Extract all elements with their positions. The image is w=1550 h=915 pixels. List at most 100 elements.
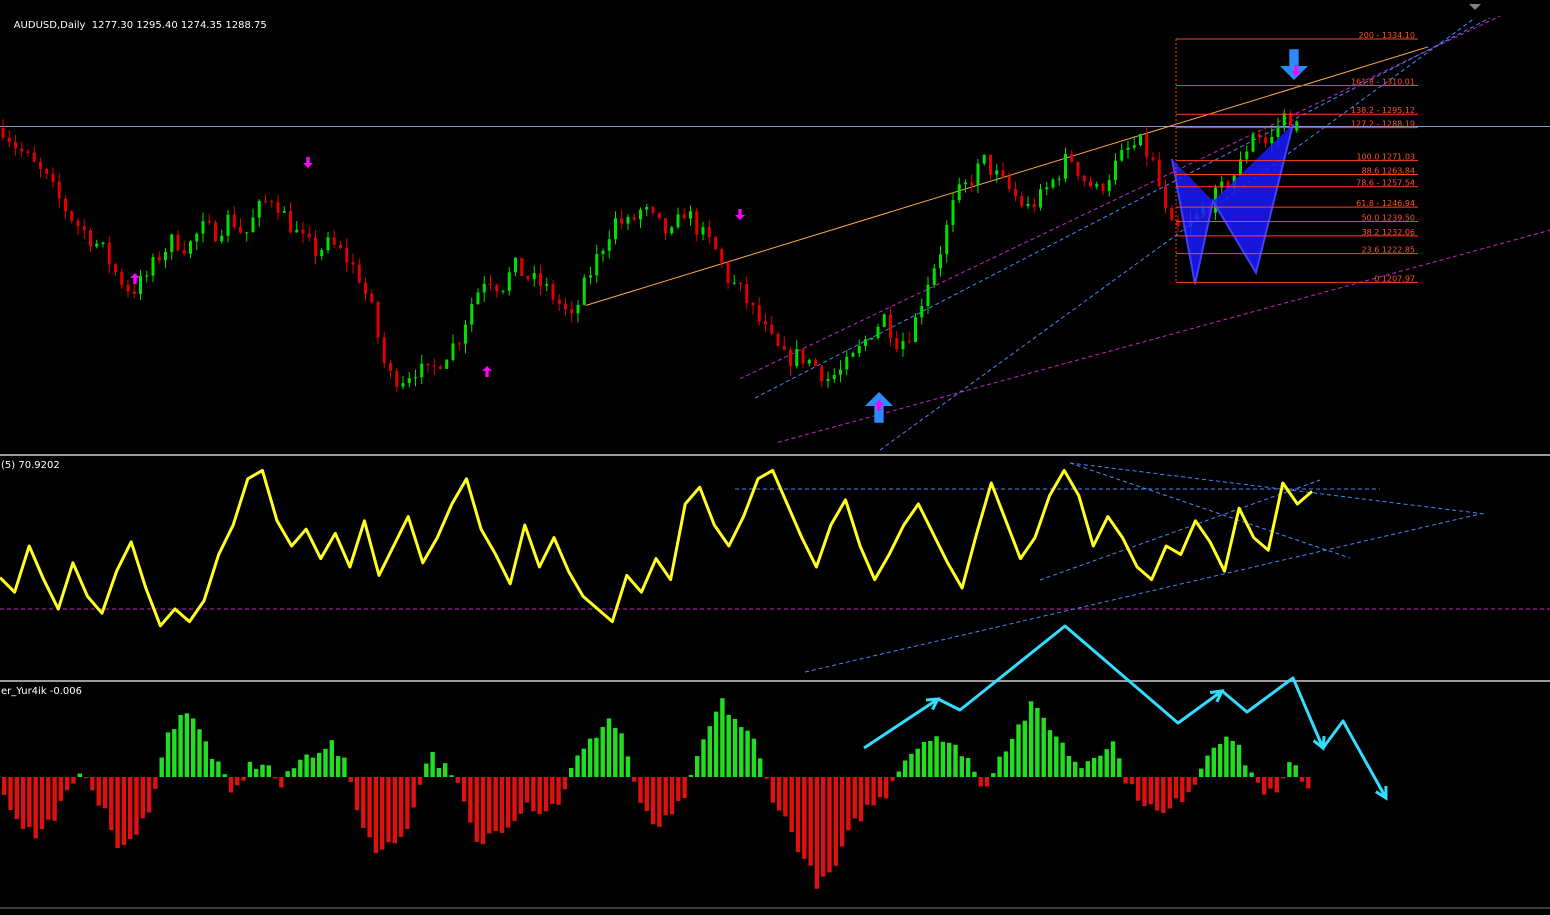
hist-bar-down: [367, 777, 372, 838]
hist-bar-up: [172, 729, 177, 777]
candle-body: [1164, 186, 1167, 208]
candle-body: [382, 337, 386, 364]
hist-bar-down: [392, 777, 397, 844]
candle-body: [645, 207, 649, 210]
hist-bar-up: [291, 768, 297, 777]
candle-body: [351, 262, 355, 265]
candle-body: [445, 359, 449, 369]
hist-bar-down: [839, 777, 845, 847]
candle-body: [1045, 187, 1049, 190]
hist-bar-up: [1016, 724, 1021, 777]
hist-bar-up: [940, 741, 946, 777]
candle-body: [745, 284, 749, 303]
candle-body: [1076, 161, 1080, 176]
hist-bar-down: [71, 777, 76, 784]
candle-body: [101, 242, 105, 244]
candle-body: [114, 264, 117, 273]
candle-body: [1064, 153, 1067, 179]
candle-body: [495, 285, 499, 292]
hist-bar-down: [417, 777, 423, 785]
hist-bar-up: [1060, 742, 1065, 777]
candle-body: [207, 221, 211, 223]
hist-bar-down: [65, 777, 70, 791]
hist-bar-down: [405, 777, 410, 830]
fib-label: 88.6 1263.84: [1362, 167, 1415, 176]
hist-bar-up: [726, 714, 731, 777]
candle-body: [51, 173, 55, 182]
candle-body: [401, 383, 405, 387]
hist-bar-down: [1129, 777, 1135, 785]
candle-body: [782, 345, 786, 350]
chart-canvas[interactable]: 200 - 1334.10 161.8 - 1310.01 138.2 - 1295…: [0, 0, 1550, 911]
candle-body: [307, 233, 311, 238]
hist-bar-down: [46, 777, 51, 820]
hist-bar-up: [745, 730, 750, 777]
candle-body: [845, 356, 849, 370]
candle-body: [189, 241, 192, 254]
hist-bar-up: [600, 726, 605, 777]
candle-body: [76, 220, 80, 227]
hist-bar-up: [909, 753, 914, 777]
hist-bar-up: [1022, 720, 1027, 777]
hist-bar-up: [317, 752, 322, 777]
candle-body: [1126, 147, 1130, 150]
candle-body: [832, 374, 836, 380]
hist-bar-up: [304, 754, 309, 777]
candle-body: [564, 304, 567, 310]
hist-bar-up: [424, 763, 429, 777]
hist-bar-up: [575, 755, 580, 777]
hist-bar-down: [1161, 777, 1166, 814]
symbol-name: AUDUSD,Daily: [13, 20, 86, 31]
candle-body: [420, 363, 424, 378]
candle-body: [557, 299, 561, 305]
hist-bar-down: [235, 777, 240, 786]
candle-body: [639, 209, 642, 220]
hist-bar-down: [632, 777, 637, 782]
hist-bar-down: [512, 777, 517, 822]
hist-bar-up: [254, 768, 259, 777]
hist-bar-up: [1243, 765, 1248, 777]
candle-body: [514, 257, 517, 273]
candle-body: [820, 365, 824, 382]
hist-bar-up: [335, 756, 341, 777]
candle-body: [876, 326, 880, 339]
hist-bar-down: [146, 777, 152, 813]
chart-root[interactable]: 200 - 1334.10 161.8 - 1310.01 138.2 - 1295…: [0, 0, 1550, 911]
hist-bar-down: [398, 777, 404, 837]
candle-body: [1264, 137, 1267, 144]
hist-bar-down: [770, 777, 775, 803]
candle-body: [1007, 176, 1011, 189]
hist-bar-up: [342, 757, 347, 777]
hist-bar-down: [361, 777, 366, 828]
candle-body: [545, 284, 549, 286]
candle-body: [195, 233, 199, 242]
hist-bar-up: [216, 761, 221, 777]
candle-body: [1051, 179, 1055, 188]
candle-body: [357, 264, 361, 283]
hist-bar-down: [96, 777, 101, 806]
candle-body: [201, 221, 205, 234]
hist-bar-up: [1110, 741, 1116, 777]
fib-label: 50.0 1239.50: [1362, 213, 1415, 222]
candle-body: [814, 359, 817, 366]
hist-bar-up: [758, 758, 763, 777]
candle-body: [614, 218, 617, 240]
candle-body: [976, 163, 980, 186]
candle-body: [1070, 153, 1074, 162]
hist-bar-down: [676, 777, 681, 801]
candle-body: [932, 268, 936, 285]
candle-body: [164, 251, 167, 261]
hist-bar-down: [1280, 777, 1286, 779]
candle-body: [476, 292, 480, 305]
hist-bar-down: [827, 777, 832, 873]
hist-bar-down: [1262, 777, 1267, 795]
hist-bar-down: [663, 777, 668, 816]
hist-bar-up: [732, 718, 738, 777]
hist-bar-down: [814, 777, 820, 889]
hist-bar-up: [688, 774, 694, 777]
candle-body: [895, 338, 899, 350]
hist-bar-down: [487, 777, 492, 834]
candle-body: [370, 293, 374, 303]
candle-body: [182, 250, 186, 254]
hist-bar-down: [764, 777, 769, 779]
